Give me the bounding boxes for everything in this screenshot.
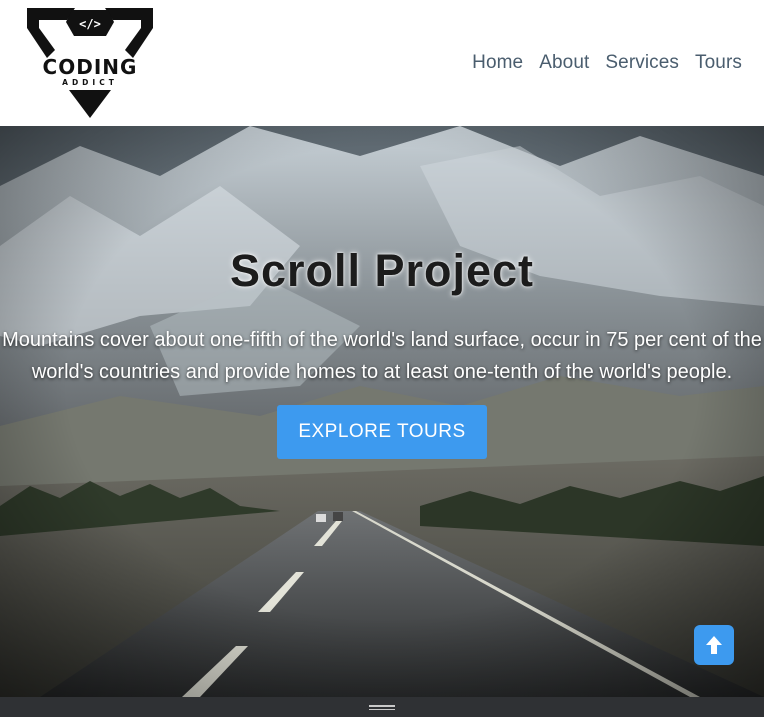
hero-description: Mountains cover about one-fifth of the w… — [2, 329, 762, 383]
nav-link-tours[interactable]: Tours — [687, 52, 742, 74]
nav-link-home[interactable]: Home — [464, 52, 531, 74]
nav-link-about[interactable]: About — [531, 52, 597, 74]
hero-content: Scroll Project Mountains cover about one… — [0, 126, 764, 697]
svg-text:ADDICT: ADDICT — [62, 78, 118, 87]
drag-handle-icon[interactable] — [369, 705, 395, 711]
scroll-top-button[interactable] — [694, 625, 734, 665]
svg-text:CODING: CODING — [43, 55, 138, 79]
arrow-up-icon — [706, 636, 722, 654]
coding-addict-logo[interactable]: </> CODING ADDICT — [25, 6, 155, 118]
hero-section: Scroll Project Mountains cover about one… — [0, 126, 764, 697]
bottom-panel-bar[interactable] — [0, 697, 764, 717]
nav-links: Home About Services Tours — [464, 52, 742, 74]
explore-tours-button[interactable]: EXPLORE TOURS — [277, 405, 487, 459]
svg-text:</>: </> — [79, 17, 101, 31]
hero-title: Scroll Project — [229, 245, 535, 296]
navbar: </> CODING ADDICT Home About Services To… — [0, 0, 764, 126]
nav-link-services[interactable]: Services — [597, 52, 687, 74]
